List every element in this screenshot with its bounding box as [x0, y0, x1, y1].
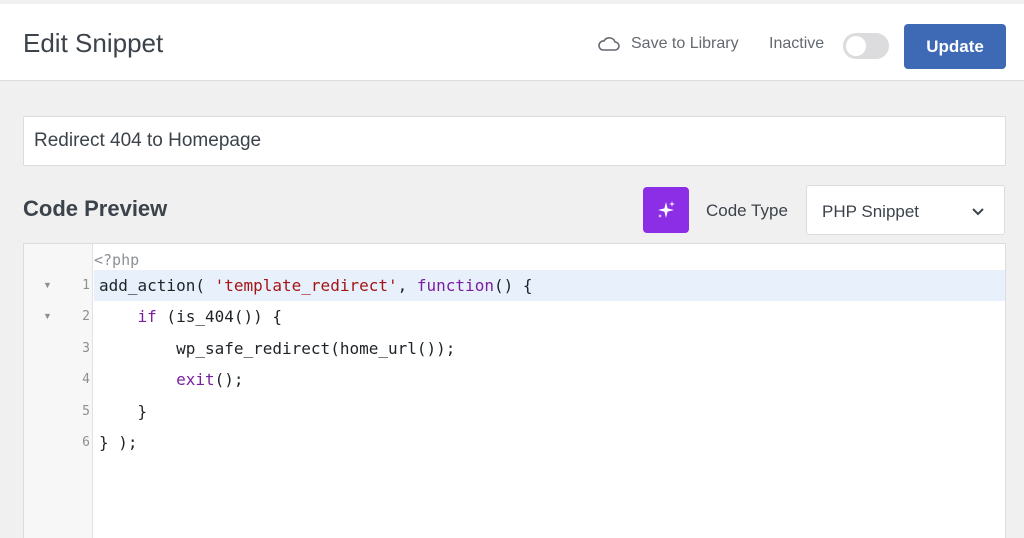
code-text: } ); — [99, 433, 138, 452]
code-token: (is_404()) { — [156, 307, 283, 326]
line-number-gutter: ▼ 1 ▼ 2 3 4 5 6 — [24, 244, 93, 538]
code-token-keyword: if — [137, 307, 157, 326]
code-type-select[interactable]: PHP Snippet — [806, 185, 1005, 235]
line-number: 4 — [82, 372, 90, 387]
header-bar: Edit Snippet Save to Library Inactive Up… — [0, 4, 1024, 81]
cloud-icon — [598, 37, 620, 51]
code-line[interactable]: if (is_404()) { — [94, 301, 1005, 332]
line-number: 3 — [82, 341, 90, 356]
code-text: wp_safe_redirect(home_url()); — [99, 339, 456, 358]
code-type-label: Code Type — [706, 201, 788, 220]
sparkle-icon — [658, 201, 675, 218]
code-editor[interactable]: ▼ 1 ▼ 2 3 4 5 6 <?php add_action( 'templ… — [23, 243, 1006, 538]
chevron-down-icon — [972, 208, 984, 216]
code-token-keyword: exit — [176, 370, 215, 389]
ai-generate-button[interactable] — [643, 187, 689, 233]
code-preview-title: Code Preview — [23, 196, 168, 221]
gutter-line: 3 — [24, 333, 93, 364]
code-token: () { — [493, 276, 533, 295]
fold-arrow-icon[interactable]: ▼ — [43, 280, 52, 290]
line-number: 5 — [82, 404, 90, 419]
code-line[interactable]: } — [94, 396, 1005, 427]
gutter-line: 6 — [24, 427, 93, 458]
gutter-line: ▼ 2 — [24, 301, 93, 332]
code-token: , — [397, 276, 417, 295]
update-button[interactable]: Update — [904, 24, 1006, 69]
code-token-keyword: function — [416, 276, 494, 295]
code-line[interactable]: add_action( 'template_redirect', functio… — [94, 270, 1005, 301]
snippet-title-input[interactable] — [23, 116, 1006, 166]
code-line[interactable]: } ); — [94, 427, 1005, 458]
toggle-knob — [846, 36, 866, 56]
save-to-library-button[interactable]: Save to Library — [597, 32, 739, 56]
active-toggle[interactable] — [843, 33, 889, 59]
gutter-line: 5 — [24, 396, 93, 427]
line-number: 2 — [82, 309, 90, 324]
php-open-tag: <?php — [94, 251, 140, 269]
code-type-value: PHP Snippet — [822, 202, 920, 221]
code-area[interactable]: <?php add_action( 'template_redirect', f… — [94, 244, 1005, 538]
fold-arrow-icon[interactable]: ▼ — [43, 311, 52, 321]
code-line[interactable]: exit(); — [94, 364, 1005, 395]
code-token: (); — [214, 370, 244, 389]
save-to-library-label: Save to Library — [631, 35, 739, 52]
line-number: 6 — [82, 435, 90, 450]
gutter-line: 4 — [24, 364, 93, 395]
code-line[interactable]: wp_safe_redirect(home_url()); — [94, 333, 1005, 364]
code-token-string: 'template_redirect' — [214, 276, 398, 295]
gutter-line: ▼ 1 — [24, 270, 93, 301]
page-title: Edit Snippet — [23, 28, 164, 58]
line-number: 1 — [82, 278, 90, 293]
code-text: } — [99, 402, 148, 421]
code-token: add_action( — [99, 276, 215, 295]
status-label: Inactive — [769, 35, 825, 52]
